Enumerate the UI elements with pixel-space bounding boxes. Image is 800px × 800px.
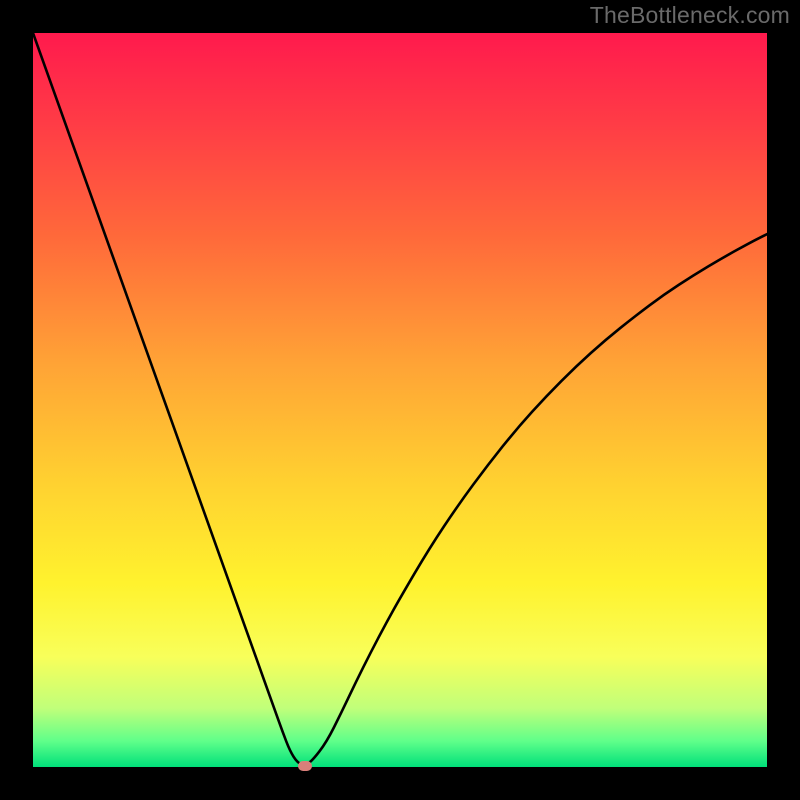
gradient-background xyxy=(33,33,767,767)
bottleneck-chart xyxy=(33,33,767,767)
plot-area xyxy=(33,33,767,767)
chart-frame: TheBottleneck.com xyxy=(0,0,800,800)
optimal-point-marker xyxy=(298,761,312,771)
watermark-text: TheBottleneck.com xyxy=(590,2,790,29)
